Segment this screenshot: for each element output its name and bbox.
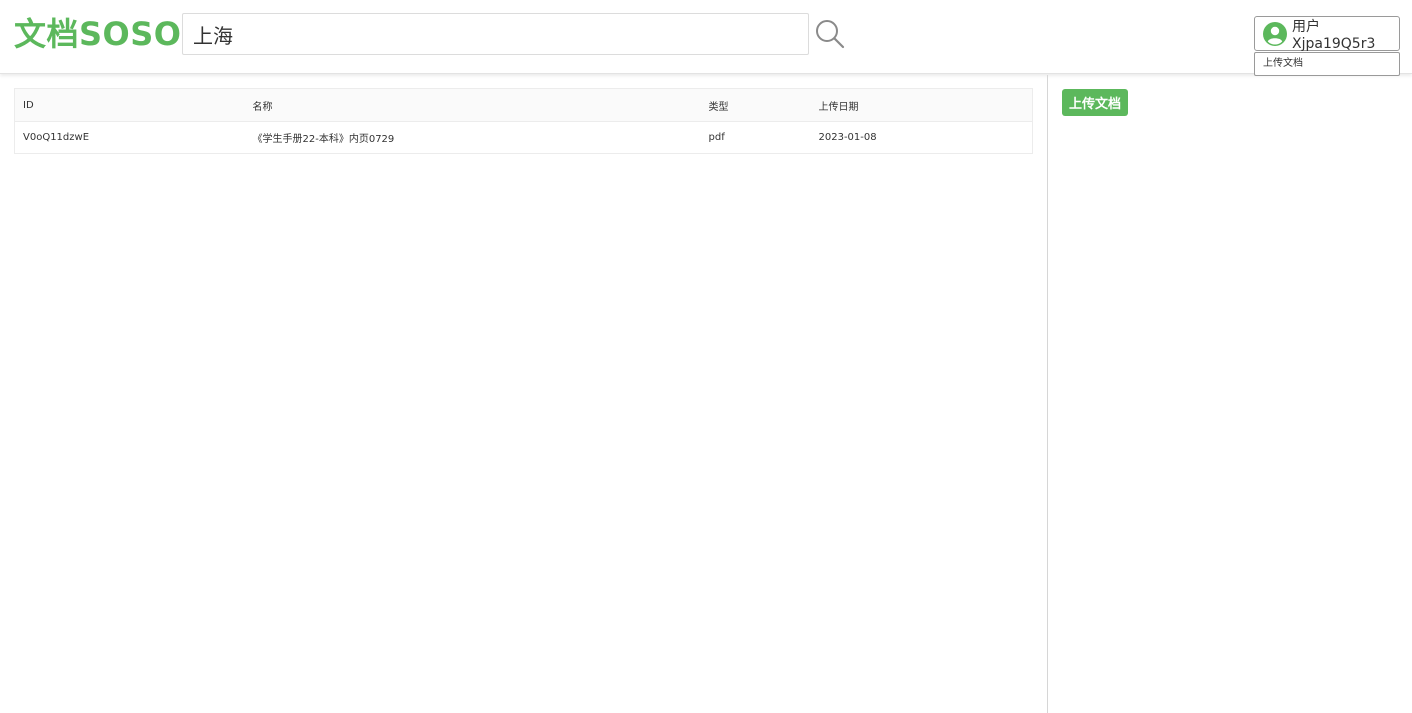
top-bar: 文档SOSO 用户 Xjpa19Q5r3 bbox=[0, 0, 1412, 74]
table-header-row: ID 名称 类型 上传日期 bbox=[14, 88, 1033, 122]
panel-divider bbox=[1047, 75, 1048, 713]
cell-id: V0oQ11dzwE bbox=[14, 121, 253, 154]
document-table: ID 名称 类型 上传日期 V0oQ11dzwE 《学生手册22-本科》内页07… bbox=[14, 88, 1033, 154]
user-avatar-icon bbox=[1263, 21, 1287, 46]
column-header-date: 上传日期 bbox=[818, 88, 1033, 122]
user-menu-button[interactable]: 用户 Xjpa19Q5r3 bbox=[1254, 16, 1400, 52]
search-icon bbox=[816, 20, 845, 49]
cell-type: pdf bbox=[708, 121, 819, 154]
table-row[interactable]: V0oQ11dzwE 《学生手册22-本科》内页0729 pdf 2023-01… bbox=[14, 121, 1033, 154]
cell-name[interactable]: 《学生手册22-本科》内页0729 bbox=[252, 121, 709, 154]
cell-date: 2023-01-08 bbox=[818, 121, 1033, 154]
user-label: 用户 Xjpa19Q5r3 bbox=[1292, 18, 1376, 52]
column-header-type: 类型 bbox=[708, 88, 819, 122]
search-input[interactable] bbox=[182, 13, 809, 55]
upload-document-button[interactable]: 上传文档 bbox=[1062, 89, 1128, 116]
logo[interactable]: 文档SOSO bbox=[14, 14, 182, 54]
search-button[interactable] bbox=[814, 18, 846, 50]
user-menu-upload-item[interactable]: 上传文档 bbox=[1254, 52, 1400, 76]
column-header-id: ID bbox=[14, 88, 253, 122]
column-header-name: 名称 bbox=[252, 88, 709, 122]
